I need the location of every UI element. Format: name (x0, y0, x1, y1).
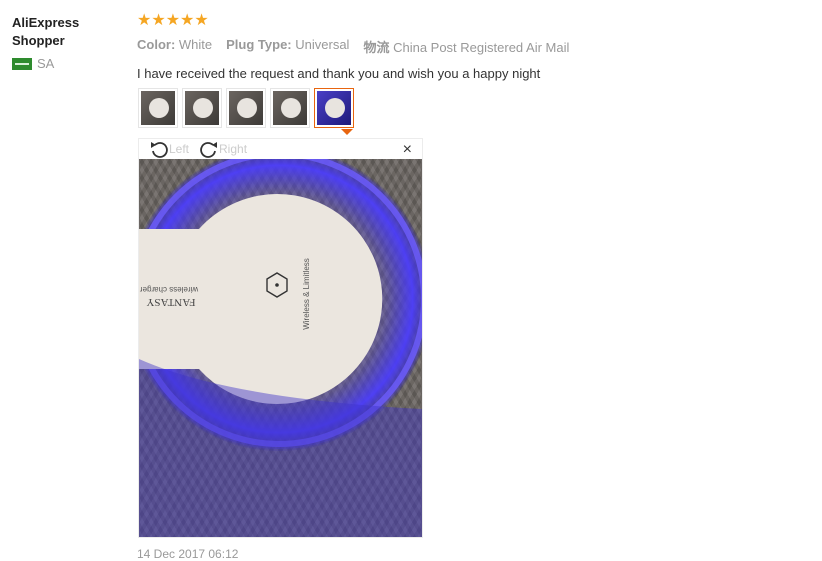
attr-color: Color: White (137, 37, 212, 56)
photo-svg: Wireless & Limitless wireless charger FA… (139, 159, 422, 537)
photo-viewer: Left Right × Wireless & Limitless wirele… (138, 138, 423, 538)
thumbnail-image (229, 91, 263, 125)
thumbnail[interactable] (138, 88, 178, 128)
photo-thumbnails (138, 88, 354, 128)
thumbnail-image (141, 91, 175, 125)
photo-product: wireless charger (140, 285, 200, 294)
selected-thumbnail-caret (341, 129, 353, 135)
review-body: ★★★★★ Color: White Plug Type: Universal … (137, 12, 797, 81)
thumbnail-image (185, 91, 219, 125)
thumbnail[interactable] (182, 88, 222, 128)
attr-plug: Plug Type: Universal (226, 37, 349, 56)
attr-plug-label: Plug Type: (226, 37, 292, 52)
viewer-toolbar: Left Right × (139, 139, 422, 159)
attr-shipping-label: 物流 (363, 40, 390, 55)
reviewer-name: AliExpress Shopper (12, 15, 80, 48)
thumbnail[interactable] (270, 88, 310, 128)
attr-shipping: 物流 China Post Registered Air Mail (363, 37, 569, 56)
rotate-right-label: Right (219, 142, 248, 156)
review-attributes: Color: White Plug Type: Universal 物流 Chi… (137, 37, 797, 56)
rotate-right-button[interactable]: Right (199, 140, 247, 158)
attr-color-label: Color: (137, 37, 176, 52)
reviewer-info: AliExpress Shopper SA (12, 14, 122, 71)
thumbnail-selected[interactable] (314, 88, 354, 128)
review-text: I have received the request and thank yo… (137, 66, 541, 81)
photo-tagline: Wireless & Limitless (302, 258, 311, 330)
thumbnail[interactable] (226, 88, 266, 128)
thumbnail-image (273, 91, 307, 125)
attr-shipping-value: China Post Registered Air Mail (393, 40, 570, 55)
flag-icon (12, 57, 32, 70)
thumbnail-image (317, 91, 351, 125)
attr-color-value: White (178, 37, 213, 52)
rotate-right-icon (200, 142, 218, 158)
photo-brand: FANTASY (146, 296, 195, 308)
review-photo: Wireless & Limitless wireless charger FA… (139, 159, 422, 537)
rotate-left-button[interactable]: Left (149, 140, 189, 158)
rotate-left-label: Left (169, 142, 190, 156)
star-rating: ★★★★★ (137, 12, 209, 29)
close-icon[interactable]: × (403, 141, 412, 159)
attr-plug-value: Universal (295, 37, 350, 52)
country-code: SA (37, 56, 55, 71)
rotate-left-icon (151, 142, 168, 158)
reviewer-country: SA (12, 56, 122, 71)
